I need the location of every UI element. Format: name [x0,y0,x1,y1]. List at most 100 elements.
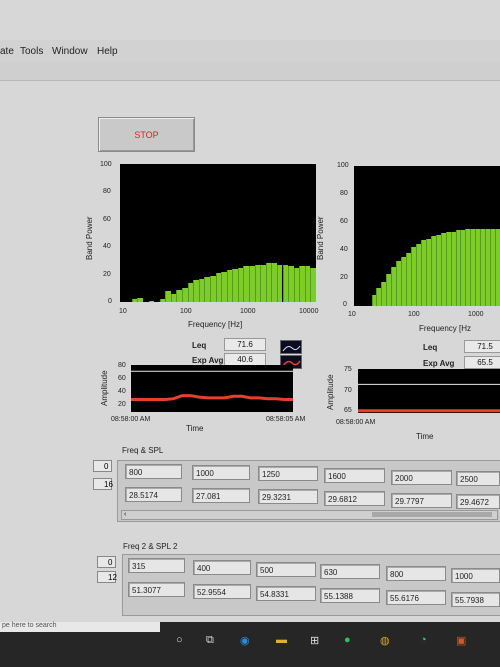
array2-spl-cell[interactable]: 51.3077 [128,582,185,597]
leq-label-left: Leq [192,341,207,350]
array2-spl-cell[interactable]: 55.7938 [451,592,500,607]
labview-window: ate Tools Window Help STOP Band Power 10… [0,0,500,622]
spectrum-bar [495,229,500,306]
leq-legend-icon [280,340,302,354]
spectrum-right-ytick: 100 [337,162,349,169]
array2-spl-cell[interactable]: 52.9554 [193,584,251,599]
array1-freq-cell[interactable]: 800 [125,464,182,479]
array2-freq-cell[interactable]: 630 [320,564,380,579]
whatsapp-icon[interactable]: ● [344,634,351,646]
array1-scroll-thumb[interactable] [372,512,492,517]
array1-freq-cell[interactable]: 1000 [192,465,250,480]
array2-index-1[interactable]: 12 [97,571,117,583]
trend-right-ytick: 75 [344,366,352,373]
spectrum-left-ylabel: Band Power [85,216,94,260]
array2-freq-cell[interactable]: 315 [128,558,185,573]
stop-button[interactable]: STOP [98,117,195,152]
trend-right-ytick: 70 [344,387,352,394]
menu-item-help[interactable]: Help [97,46,118,57]
array1-spl-cell[interactable]: 27.081 [192,488,250,503]
array2-freq-cell[interactable]: 800 [386,566,446,581]
spectrum-left-ytick: 40 [103,243,111,250]
array1-spl-cell[interactable]: 29.6812 [324,491,385,506]
spectrum-left-xtick: 100 [180,308,192,315]
array1-spl-cell[interactable]: 28.5174 [125,487,182,502]
leq-value-left: 71.6 [224,338,266,351]
array1-freq-cell[interactable]: 1250 [258,466,318,481]
trend-svg [358,383,500,413]
menu-item-window[interactable]: Window [52,46,88,57]
array2-spl-cell[interactable]: 55.1388 [320,588,380,603]
spectrum-bar [310,267,316,302]
spectrum-right-ytick: 40 [340,246,348,253]
trend-left-xlabel: Time [186,424,204,433]
trend-left-ytick: 80 [118,362,126,369]
spectrum-left-xtick: 10000 [299,308,319,315]
menu-bar: ate Tools Window Help [0,40,500,62]
array2-title: Freq 2 & SPL 2 [123,542,178,551]
spectrum-left-xlabel: Frequency [Hz] [188,320,243,329]
exp-avg-trace [131,394,293,401]
spectrum-right-ylabel: Band Power [316,216,325,260]
array1-scrollbar[interactable]: ‹ [121,510,498,520]
file-explorer-icon[interactable]: ▬ [276,634,287,646]
trend-left-ylabel: Amplitude [100,370,109,406]
spectrum-right-xtick: 100 [408,311,420,318]
menu-item-tools[interactable]: Tools [20,46,43,57]
array1-title: Freq & SPL [122,446,164,455]
array1-index-1[interactable]: 16 [93,478,113,490]
trend-right-ytick: 65 [344,407,352,414]
array2-freq-cell[interactable]: 500 [256,562,316,577]
array1-spl-cell[interactable]: 29.4672 [456,494,500,509]
trend-svg [131,370,293,401]
spectrum-bar [137,297,143,302]
spectrum-bar [148,300,155,302]
spectrum-right-xtick: 1000 [468,311,484,318]
trend-left-end-time: 08:58:05 AM [266,416,306,423]
leq-label-right: Leq [423,343,438,352]
chrome-icon[interactable]: ◍ [380,634,390,647]
spectrum-left-xtick: 1000 [240,308,256,315]
spectrum-right-ytick: 60 [340,218,348,225]
array2-index-0[interactable]: 0 [97,556,116,568]
toolbar [0,62,500,81]
taskbar: pe here to search ○ ⧉ ◉ ▬ ⊞ ● ◍ ◔ ▣ [0,622,500,667]
array1-spl-cell[interactable]: 29.3231 [258,489,318,504]
task-view-icon[interactable]: ⧉ [206,634,214,647]
edge-browser-icon[interactable]: ◉ [240,634,250,647]
array2-spl-cell[interactable]: 54.8331 [256,586,316,601]
leq-value-right: 71.5 [464,340,500,353]
spectrum-right-ytick: 20 [340,274,348,281]
spectrum-left-plot [120,164,316,302]
spectrum-left-ytick: 0 [108,298,112,305]
trend-right-plot [358,369,500,413]
trend-left-start-time: 08:58:00 AM [111,416,151,423]
store-icon[interactable]: ⊞ [310,634,319,647]
array1-spl-cell[interactable]: 29.7797 [391,493,452,508]
spectrum-right-ytick: 0 [343,301,347,308]
spectrum-left-ytick: 100 [100,161,112,168]
exp-avg-value-right: 65.5 [464,356,500,369]
array1-freq-cell[interactable]: 2000 [391,470,452,485]
app-icon-2[interactable]: ▣ [456,634,466,647]
exp-avg-label-right: Exp Avg [423,359,455,368]
array1-index-0[interactable]: 0 [93,460,112,472]
array2-freq-cell[interactable]: 400 [193,560,251,575]
scroll-left-icon[interactable]: ‹ [124,511,126,518]
trend-left-plot [131,365,293,412]
start-circle-icon[interactable]: ○ [176,634,183,646]
spectrum-right-xlabel: Frequency [Hz [419,324,472,333]
array2-spl-cell[interactable]: 55.6176 [386,590,446,605]
spectrum-right-plot [354,166,500,306]
array1-freq-cell[interactable]: 1600 [324,468,385,483]
app-icon[interactable]: ◔ [420,634,427,646]
spectrum-left-ytick: 20 [103,271,111,278]
spectrum-left-ytick: 80 [103,188,111,195]
trend-left-ytick: 60 [118,375,126,382]
array1-freq-cell[interactable]: 2500 [456,471,500,486]
spectrum-left-xtick: 10 [119,308,127,315]
menu-item-operate[interactable]: ate [0,46,14,57]
taskbar-search-input[interactable]: pe here to search [2,622,56,629]
array2-freq-cell[interactable]: 1000 [451,568,500,583]
spectrum-left-ytick: 60 [103,216,111,223]
